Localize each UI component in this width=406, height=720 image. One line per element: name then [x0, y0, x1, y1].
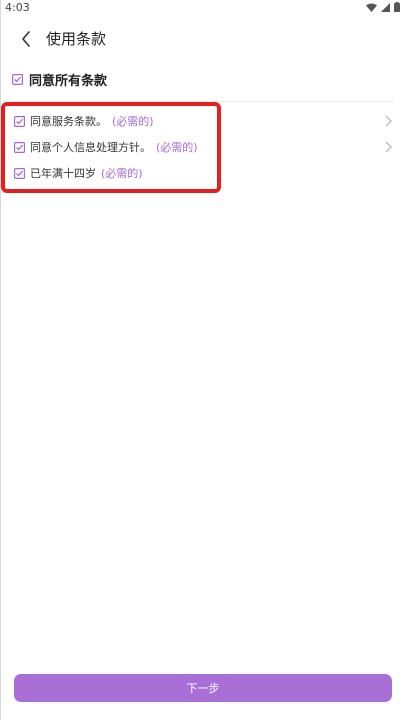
agree-all-row[interactable]: 同意所有条款 — [12, 70, 107, 89]
wifi-icon — [366, 3, 377, 12]
status-bar: 4:03 — [0, 0, 406, 18]
signal-icon — [381, 2, 390, 12]
highlight-box — [1, 102, 221, 193]
next-button[interactable]: 下一步 — [14, 674, 392, 702]
page-title: 使用条款 — [46, 30, 107, 48]
status-time: 4:03 — [5, 1, 30, 14]
chevron-right-icon[interactable] — [385, 115, 392, 127]
chevron-left-icon — [22, 31, 30, 47]
chevron-right-icon[interactable] — [385, 141, 392, 153]
header: 使用条款 — [0, 22, 406, 56]
agree-all-checkbox[interactable] — [12, 74, 23, 85]
agree-all-label: 同意所有条款 — [29, 74, 108, 89]
status-icons — [366, 2, 400, 12]
back-button[interactable] — [12, 26, 40, 52]
battery-icon — [394, 2, 400, 12]
